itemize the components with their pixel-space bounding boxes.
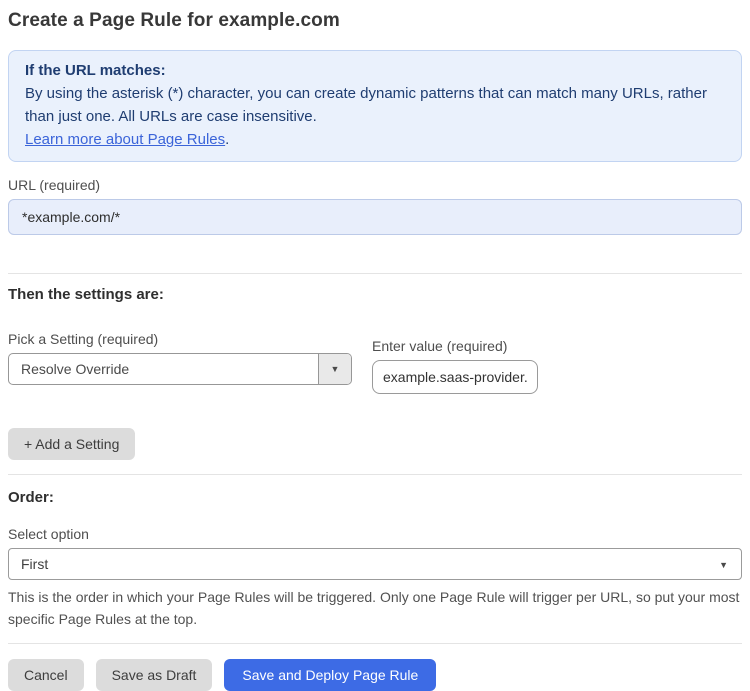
setting-select-label: Pick a Setting (required) (8, 331, 159, 347)
url-match-info-box: If the URL matches: By using the asteris… (8, 50, 742, 162)
url-field-label: URL (required) (8, 177, 101, 193)
setting-select-column: Pick a Setting (required) Resolve Overri… (8, 331, 352, 385)
settings-section-heading: Then the settings are: (8, 286, 164, 303)
setting-dropdown-button[interactable]: ▼ (318, 354, 351, 384)
link-period: . (225, 131, 230, 148)
order-section-heading: Order: (8, 489, 54, 506)
order-select-label: Select option (8, 526, 89, 542)
order-help-text: This is the order in which your Page Rul… (8, 589, 740, 627)
save-as-draft-button[interactable]: Save as Draft (95, 659, 213, 691)
info-box-body: By using the asterisk (*) character, you… (25, 85, 707, 125)
settings-row: Pick a Setting (required) Resolve Overri… (8, 331, 742, 394)
setting-value-input[interactable] (372, 360, 538, 394)
setting-dropdown[interactable]: Resolve Override ▼ (8, 353, 352, 385)
order-select[interactable]: First ▼ (8, 548, 742, 580)
order-select-value: First (21, 556, 49, 572)
value-field-label: Enter value (required) (372, 338, 508, 354)
caret-down-icon: ▼ (330, 363, 340, 374)
add-setting-button[interactable]: + Add a Setting (8, 428, 136, 460)
info-box-heading: If the URL matches: (25, 62, 166, 79)
page-title: Create a Page Rule for example.com (8, 10, 340, 31)
cancel-button[interactable]: Cancel (8, 659, 84, 691)
divider (8, 643, 742, 644)
learn-more-link[interactable]: Learn more about Page Rules (25, 131, 225, 148)
setting-dropdown-value: Resolve Override (21, 361, 130, 377)
info-box-link-line: Learn more about Page Rules. (25, 128, 725, 151)
divider (8, 273, 742, 274)
setting-value-column: Enter value (required) (372, 331, 538, 394)
save-and-deploy-button[interactable]: Save and Deploy Page Rule (224, 659, 437, 691)
url-input[interactable] (8, 199, 742, 235)
divider (8, 474, 742, 475)
caret-down-icon: ▼ (719, 560, 728, 570)
footer-buttons: Cancel Save as Draft Save and Deploy Pag… (8, 659, 742, 691)
create-page-rule-form: Create a Page Rule for example.com If th… (0, 0, 750, 691)
